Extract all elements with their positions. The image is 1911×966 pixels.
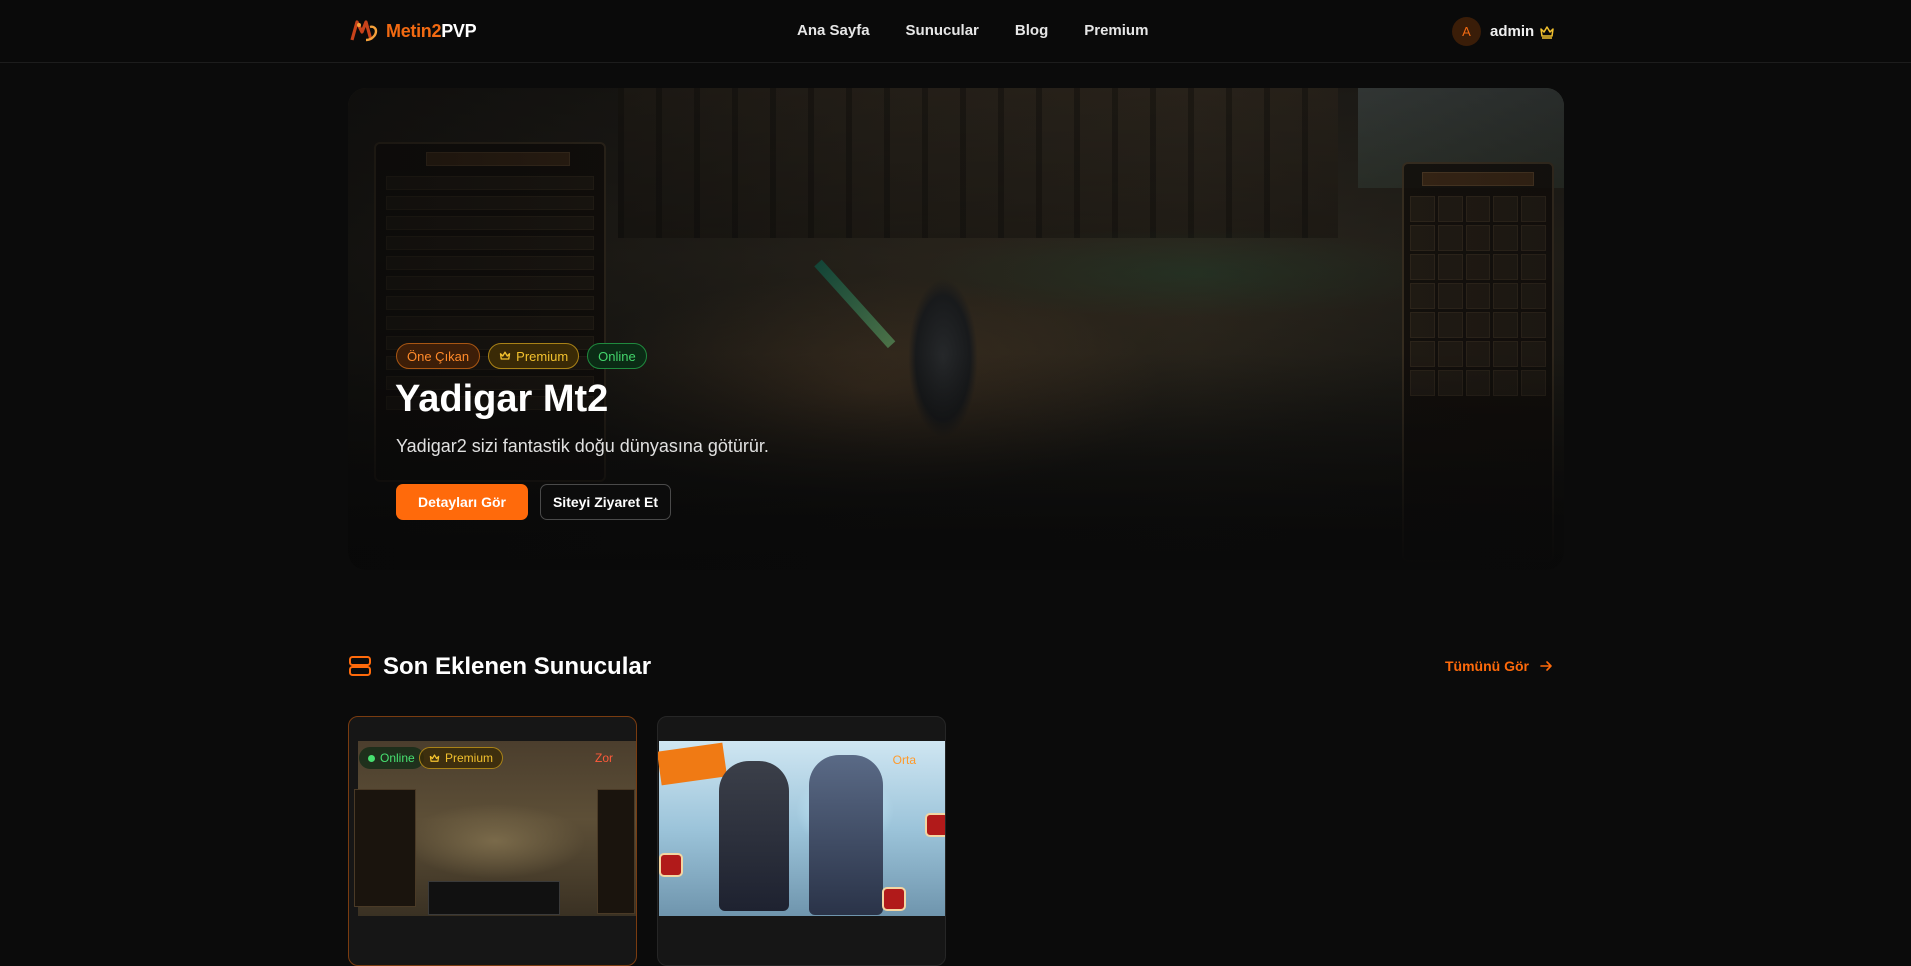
- online-badge: Online: [359, 747, 424, 769]
- crown-icon: [429, 753, 440, 762]
- premium-badge: Premium: [419, 747, 504, 769]
- premium-badge-label: Premium: [516, 348, 569, 364]
- visit-site-button[interactable]: Siteyi Ziyaret Et: [540, 484, 671, 520]
- nav-servers[interactable]: Sunucular: [906, 22, 979, 40]
- avatar[interactable]: A: [1452, 17, 1481, 46]
- crown-icon: [1540, 25, 1554, 39]
- user-menu[interactable]: A admin: [1452, 17, 1555, 46]
- premium-badge: Premium: [488, 343, 580, 369]
- online-badge-label: Online: [380, 751, 415, 765]
- see-all-link[interactable]: Tümünü Gör: [1445, 658, 1553, 674]
- hero-title: Yadigar Mt2: [395, 378, 609, 420]
- crown-icon: [499, 351, 511, 360]
- hero-description: Yadigar2 sizi fantastik doğu dünyasına g…: [396, 436, 769, 456]
- server-card[interactable]: Orta: [657, 716, 946, 966]
- server-icon: [349, 656, 371, 676]
- arrow-right-icon: [1540, 661, 1552, 671]
- logo-icon: [350, 20, 378, 42]
- difficulty-badge: Zor: [595, 751, 613, 765]
- main-nav: Ana Sayfa Sunucular Blog Premium: [797, 22, 1184, 40]
- difficulty-badge: Orta: [892, 753, 916, 767]
- top-navbar: Metin2PVP Ana Sayfa Sunucular Blog Premi…: [0, 0, 1911, 63]
- see-all-label: Tümünü Gör: [1445, 658, 1529, 674]
- featured-server-hero: Öne Çıkan Premium Online Yadigar Mt2 Yad…: [348, 88, 1564, 570]
- nav-premium[interactable]: Premium: [1084, 22, 1148, 40]
- nav-blog[interactable]: Blog: [1015, 22, 1048, 40]
- hero-overlay: [348, 88, 1564, 570]
- view-details-button[interactable]: Detayları Gör: [396, 484, 528, 520]
- hero-badges: Öne Çıkan Premium Online: [396, 343, 655, 369]
- brand-name: Metin2PVP: [386, 20, 477, 41]
- premium-badge-label: Premium: [445, 751, 494, 765]
- online-badge: Online: [587, 343, 647, 369]
- featured-badge: Öne Çıkan: [396, 343, 481, 369]
- brand-logo[interactable]: Metin2PVP: [349, 16, 477, 46]
- section-title: Son Eklenen Sunucular: [383, 653, 652, 680]
- nav-home[interactable]: Ana Sayfa: [797, 22, 870, 40]
- username[interactable]: admin: [1490, 23, 1534, 40]
- server-card[interactable]: Online Premium Zor: [348, 716, 637, 966]
- online-dot: [368, 754, 375, 762]
